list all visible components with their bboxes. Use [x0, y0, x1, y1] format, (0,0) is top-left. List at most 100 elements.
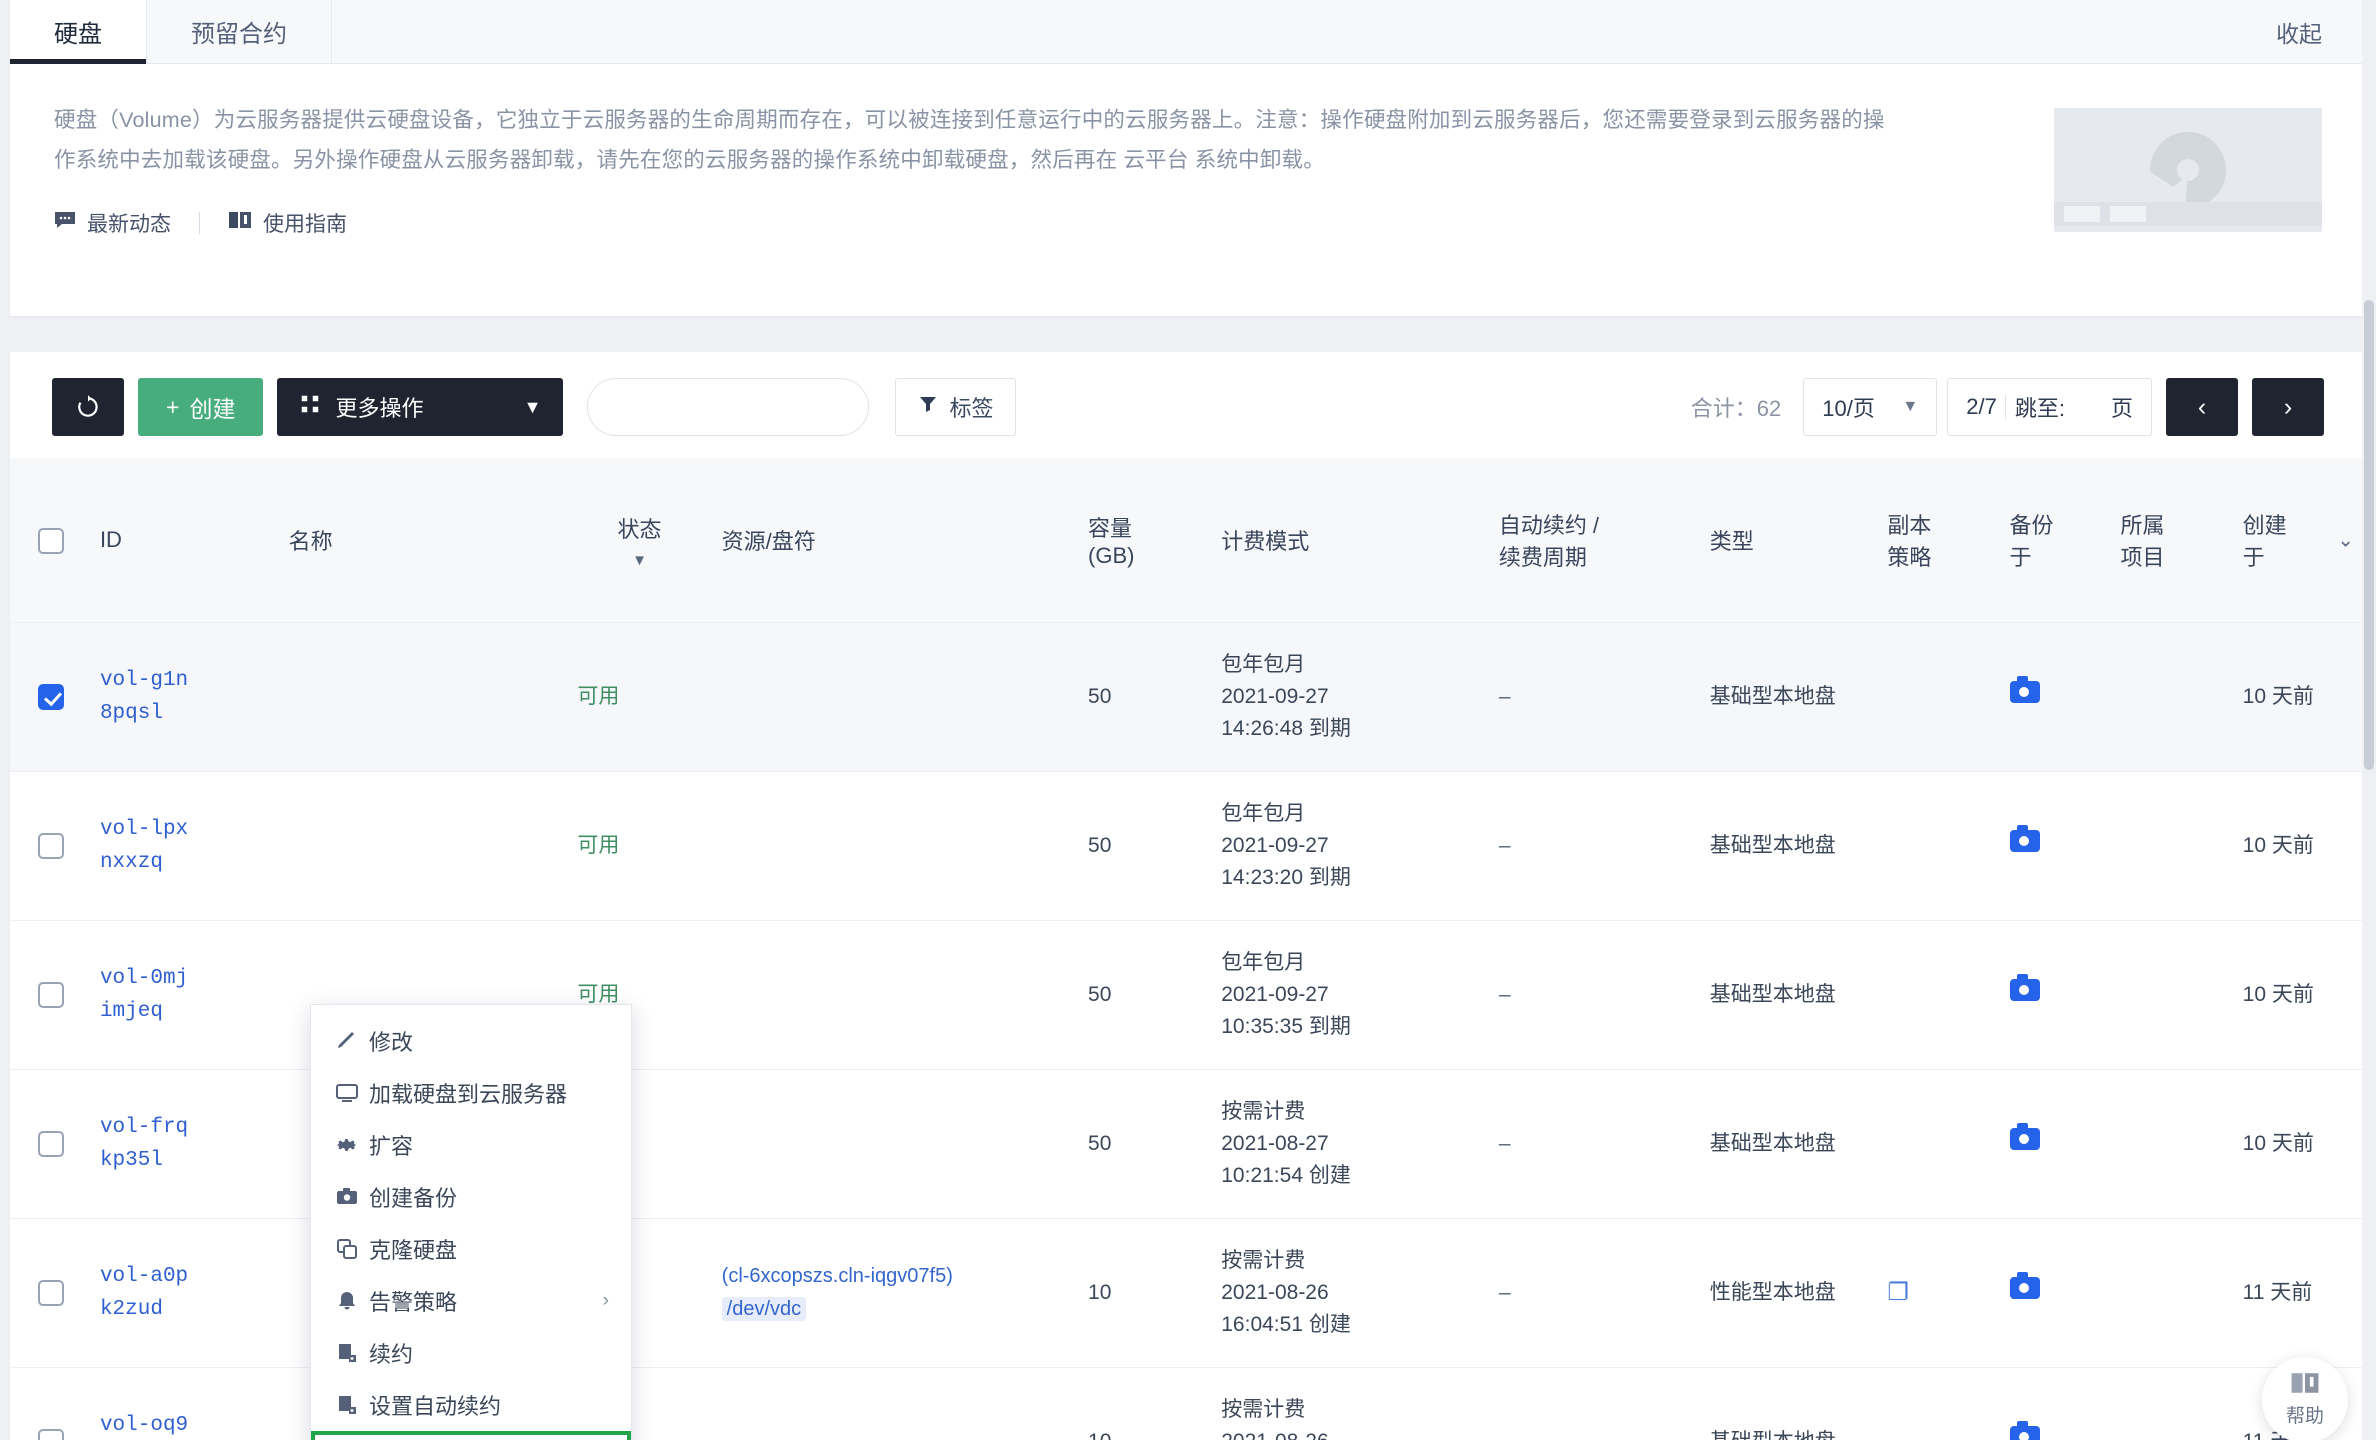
table-row[interactable]: vol-g1n 8pqsl 可用 50 包年包月 2021-09-27 14:26… [10, 622, 2366, 772]
context-menu-item-设置自动续约[interactable]: 设置自动续约 [311, 1379, 631, 1431]
grid-icon [299, 393, 321, 421]
camera-icon[interactable] [2009, 1272, 2040, 1299]
billing-mode: 包年包月 [1221, 802, 1306, 825]
sort-caret-icon[interactable]: ▼ [577, 552, 701, 569]
camera-icon[interactable] [2009, 676, 2040, 703]
row-billing-cell: 按需计费 2021-08-26 16:04:51 创建 [1211, 1218, 1489, 1368]
row-renew-cell: – [1488, 1069, 1700, 1219]
row-resource-cell [711, 1069, 1079, 1219]
row-status-cell: 可用 [567, 622, 712, 772]
context-menu-item-加载硬盘到云服务器[interactable]: 加载硬盘到云服务器 [311, 1067, 631, 1119]
row-id-cell: vol-0mj imjeq [89, 920, 279, 1070]
volume-id-link[interactable]: vol-lpx nxxzq [100, 813, 269, 879]
billing-date: 2021-09-27 [1221, 834, 1329, 857]
chevron-down-icon: ▼ [1902, 398, 1919, 415]
row-created-cell: 10 天前 [2232, 920, 2366, 1070]
tab-reserved-contract[interactable]: 预留合约 [147, 0, 332, 63]
latest-news-link[interactable]: 最新动态 [54, 208, 171, 238]
col-renew-label: 自动续约 / 续费周期 [1498, 513, 1600, 570]
context-menu-item-扩容[interactable]: 扩容 [311, 1119, 631, 1171]
page-jumper[interactable]: 2/7 跳至: 页 [1947, 378, 2152, 436]
row-checkbox[interactable] [38, 1429, 64, 1440]
row-select-cell [10, 920, 90, 1070]
more-actions-button[interactable]: 更多操作 ▼ [277, 378, 564, 436]
user-guide-link[interactable]: 使用指南 [228, 208, 347, 238]
select-all-checkbox[interactable] [38, 527, 64, 554]
tag-filter-button[interactable]: 标签 [895, 378, 1017, 436]
context-menu-item-到期转按需[interactable]: 到期转按需 [311, 1431, 631, 1440]
create-button[interactable]: + 创建 [138, 378, 264, 436]
col-created[interactable]: 创建 于 ⌄ [2232, 458, 2366, 623]
page-scrollbar-track[interactable] [2362, 0, 2376, 1440]
col-project-label: 所属 项目 [2120, 513, 2165, 570]
col-status[interactable]: 状态 ▼ [567, 458, 712, 623]
refresh-button[interactable] [52, 378, 124, 436]
tab-volumes[interactable]: 硬盘 [10, 0, 147, 64]
help-button[interactable]: 帮助 [2262, 1357, 2348, 1440]
context-menu-item-修改[interactable]: 修改 [311, 1015, 631, 1067]
context-menu-item-创建备份[interactable]: 创建备份 [311, 1171, 631, 1223]
chevron-left-icon: ‹ [2197, 392, 2207, 421]
row-type-cell: 基础型本地盘 [1699, 920, 1878, 1070]
volume-id-link[interactable]: vol-oq90npl1 [100, 1409, 269, 1440]
row-capacity-cell: 50 [1078, 622, 1212, 772]
row-backup-cell [1999, 1069, 2111, 1219]
row-replica-cell [1877, 771, 2000, 921]
context-menu-item-告警策略[interactable]: 告警策略 › [311, 1275, 631, 1327]
device-path: /dev/vdc [721, 1297, 807, 1321]
row-checkbox[interactable] [38, 1280, 64, 1307]
col-resource[interactable]: 资源/盘符 [711, 458, 1079, 623]
next-page-button[interactable]: › [2252, 378, 2324, 436]
row-backup-cell [1999, 1367, 2111, 1440]
row-checkbox[interactable] [38, 833, 64, 860]
copy-icon[interactable]: ❐ [1887, 1279, 1909, 1306]
select-all-header [10, 458, 90, 623]
page-scrollbar-thumb[interactable] [2364, 300, 2374, 770]
col-name-label: 名称 [288, 529, 333, 554]
col-billing[interactable]: 计费模式 [1211, 458, 1489, 623]
resource-link[interactable]: (cl-6xcopszs.cln-iqgv07f5) [722, 1260, 1068, 1293]
billing-date: 2021-08-26 [1221, 1426, 1479, 1440]
tag-filter-label: 标签 [949, 396, 994, 421]
row-checkbox[interactable] [38, 982, 64, 1009]
context-menu-item-续约[interactable]: 续约 [311, 1327, 631, 1379]
col-replica[interactable]: 副本 策略 [1877, 458, 2000, 623]
page-size-select[interactable]: 10/页 ▼ [1803, 378, 1938, 436]
chevron-right-icon: › [2283, 392, 2293, 421]
context-menu-item-克隆硬盘[interactable]: 克隆硬盘 [311, 1223, 631, 1275]
disc-base [2054, 202, 2322, 226]
table-row[interactable]: vol-lpx nxxzq 可用 50 包年包月 2021-09-27 14:23… [10, 771, 2366, 921]
camera-icon[interactable] [2009, 1421, 2040, 1440]
prev-page-button[interactable]: ‹ [2166, 378, 2238, 436]
col-project[interactable]: 所属 项目 [2110, 458, 2233, 623]
chevron-down-icon[interactable]: ⌄ [2337, 528, 2354, 553]
camera-icon[interactable] [2009, 825, 2040, 852]
collapse-button[interactable]: 收起 [2232, 0, 2366, 63]
volume-id-link[interactable]: vol-0mj imjeq [100, 962, 269, 1028]
col-id[interactable]: ID [89, 458, 279, 623]
row-id-cell: vol-frq kp35l [89, 1069, 279, 1219]
camera-icon[interactable] [2009, 1123, 2040, 1150]
volume-id-link[interactable]: vol-frq kp35l [100, 1111, 269, 1177]
col-capacity[interactable]: 容量 (GB) [1078, 458, 1212, 623]
chat-icon [54, 211, 76, 235]
row-renew-cell: – [1488, 622, 1700, 772]
col-renew[interactable]: 自动续约 / 续费周期 [1488, 458, 1700, 623]
col-name[interactable]: 名称 [278, 458, 568, 623]
col-backup[interactable]: 备份 于 [1999, 458, 2111, 623]
row-name-cell [278, 771, 568, 921]
context-menu-item-label: 克隆硬盘 [369, 1238, 458, 1263]
volume-id-link[interactable]: vol-g1n 8pqsl [100, 664, 269, 730]
col-type[interactable]: 类型 [1699, 458, 1878, 623]
search-input[interactable] [587, 378, 870, 436]
row-checkbox[interactable] [38, 684, 64, 711]
camera-icon[interactable] [2009, 974, 2040, 1001]
row-resource-cell: (cl-6xcopszs.cln-iqgv07f5) /dev/vdc [711, 1218, 1079, 1368]
disc-icon [2150, 132, 2226, 208]
row-checkbox[interactable] [38, 1131, 64, 1158]
plus-icon: + [166, 393, 180, 420]
col-id-label: ID [99, 527, 122, 552]
intro-section: 硬盘（Volume）为云服务器提供云硬盘设备，它独立于云服务器的生命周期而存在，… [10, 64, 2366, 316]
volume-id-link[interactable]: vol-a0p k2zud [100, 1260, 269, 1326]
row-type-cell: 基础型本地盘 [1699, 771, 1878, 921]
